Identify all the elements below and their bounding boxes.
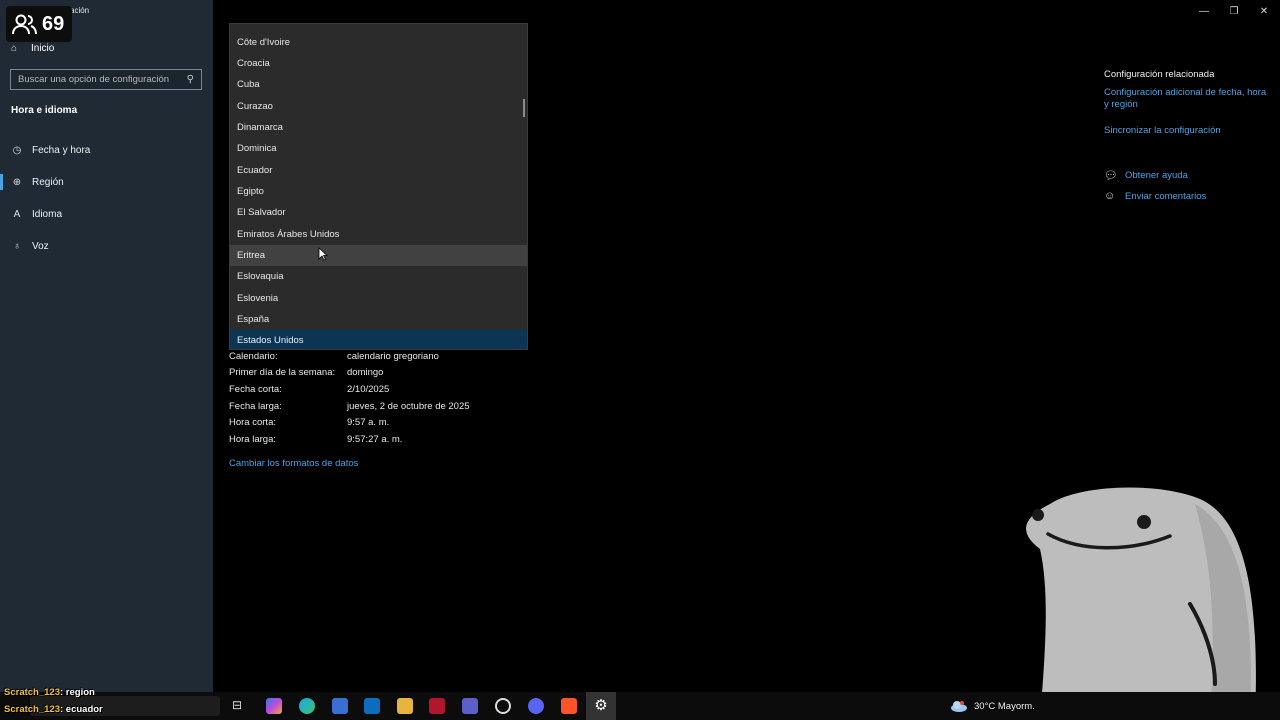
- mascot-overlay-image: [1026, 487, 1256, 720]
- format-label: Hora larga:: [229, 434, 276, 445]
- mouse-cursor-icon: [318, 247, 328, 261]
- edge-icon[interactable]: [299, 698, 315, 714]
- microphone-icon: ♁: [13, 240, 21, 252]
- nav-home[interactable]: ⌂ Inicio: [11, 43, 54, 54]
- get-help-link[interactable]: 💬︎ Obtener ayuda: [1104, 169, 1188, 182]
- outlook-icon[interactable]: [364, 698, 380, 714]
- viewer-count: 69: [42, 12, 65, 35]
- list-item[interactable]: Eslovaquia: [230, 266, 527, 287]
- weather-text: 30°C Mayorm.: [974, 700, 1035, 712]
- people-icon: [12, 14, 37, 35]
- format-value: 9:57:27 a. m.: [347, 434, 403, 445]
- sidebar-item-region[interactable]: ⊕ Región: [0, 170, 213, 194]
- format-value: 9:57 a. m.: [347, 417, 390, 428]
- close-button[interactable]: ✕: [1257, 4, 1271, 18]
- globe-icon: ⊕: [12, 176, 22, 188]
- valorant-icon[interactable]: [429, 698, 445, 714]
- change-formats-link[interactable]: Cambiar los formatos de datos: [229, 458, 358, 469]
- language-icon: A: [13, 208, 21, 220]
- additional-date-time-link[interactable]: Configuración adicional de fecha, hora y…: [1104, 87, 1270, 111]
- app-title: ación: [70, 6, 90, 15]
- clock-app-icon[interactable]: [495, 698, 511, 714]
- brave-icon[interactable]: [561, 698, 577, 714]
- format-label: Hora corta:: [229, 417, 276, 428]
- sidebar-item-label: Fecha y hora: [32, 144, 91, 156]
- viewer-count-badge: 69: [6, 6, 72, 42]
- send-feedback-link[interactable]: ☺︎ Enviar comentarios: [1104, 190, 1206, 202]
- chat-user: Scratch_123: [4, 687, 60, 698]
- copilot-icon[interactable]: [266, 698, 282, 714]
- settings-gear-icon[interactable]: ⚙: [593, 698, 609, 714]
- format-label: Primer día de la semana:: [229, 367, 336, 378]
- country-dropdown-list[interactable]: Côte d'Ivoire Croacia Cuba Curazao Dinam…: [229, 23, 528, 350]
- chat-text: : region: [59, 687, 95, 698]
- home-icon: ⌂: [11, 43, 18, 54]
- teams-icon[interactable]: [462, 698, 478, 714]
- discord-icon[interactable]: [528, 698, 544, 714]
- weather-cloud-icon: [951, 701, 967, 712]
- store-icon[interactable]: [332, 698, 348, 714]
- list-item[interactable]: Ecuador: [230, 160, 527, 181]
- chat-message: Scratch_123: ecuador: [4, 704, 103, 715]
- chat-message: Scratch_123: region: [4, 687, 95, 698]
- sync-settings-link[interactable]: Sincronizar la configuración: [1104, 125, 1270, 137]
- list-item-selected[interactable]: Estados Unidos: [230, 330, 527, 349]
- settings-search[interactable]: ⚲: [10, 69, 202, 90]
- sidebar-item-voz[interactable]: ♁ Voz: [0, 234, 213, 258]
- sidebar-item-label: Voz: [32, 240, 49, 252]
- sidebar-item-idioma[interactable]: A Idioma: [0, 202, 213, 226]
- sidebar-item-fecha-hora[interactable]: ◷ Fecha y hora: [0, 138, 213, 162]
- restore-button[interactable]: ❐: [1227, 4, 1241, 18]
- list-item[interactable]: Dinamarca: [230, 117, 527, 138]
- format-label: Fecha corta:: [229, 384, 282, 395]
- list-item-hovered[interactable]: Eritrea: [230, 245, 527, 266]
- section-title: Hora e idioma: [11, 105, 78, 116]
- related-settings-title: Configuración relacionada: [1104, 69, 1215, 80]
- chat-user: Scratch_123: [4, 704, 60, 715]
- sidebar: ación 69 ⌂ Inicio ⚲ Hora e idioma ◷ Fech…: [0, 0, 213, 692]
- list-item[interactable]: Côte d'Ivoire: [230, 32, 527, 53]
- list-item[interactable]: Dominica: [230, 138, 527, 159]
- list-scrollbar[interactable]: [523, 99, 525, 117]
- list-item[interactable]: Croacia: [230, 53, 527, 74]
- taskbar: ⊟ ⚙ 30°C Mayorm.: [0, 692, 1280, 720]
- list-item[interactable]: Curazao: [230, 96, 527, 117]
- calendar-clock-icon: ◷: [12, 144, 22, 156]
- sidebar-item-label: Idioma: [32, 208, 63, 220]
- list-item[interactable]: Cuba: [230, 74, 527, 95]
- list-item[interactable]: Egipto: [230, 181, 527, 202]
- search-icon[interactable]: ⚲: [187, 74, 194, 85]
- sidebar-item-label: Región: [32, 176, 64, 188]
- list-item[interactable]: Eslovenia: [230, 288, 527, 309]
- list-item[interactable]: España: [230, 309, 527, 330]
- file-explorer-icon[interactable]: [397, 698, 413, 714]
- minimize-button[interactable]: —: [1197, 4, 1211, 18]
- format-value: domingo: [347, 367, 384, 378]
- feedback-icon: ☺︎: [1104, 190, 1116, 202]
- chat-text: : ecuador: [59, 704, 103, 715]
- list-item[interactable]: El Salvador: [230, 202, 527, 223]
- format-label: Fecha larga:: [229, 401, 282, 412]
- list-item[interactable]: Emiratos Árabes Unidos: [230, 224, 527, 245]
- search-input[interactable]: [18, 74, 187, 85]
- format-value: jueves, 2 de octubre de 2025: [347, 401, 470, 412]
- format-label: Calendario:: [229, 351, 278, 362]
- weather-widget[interactable]: 30°C Mayorm.: [950, 700, 1035, 712]
- help-chat-icon: 💬︎: [1104, 170, 1118, 182]
- send-feedback-label: Enviar comentarios: [1125, 190, 1207, 202]
- nav-home-label: Inicio: [31, 43, 55, 54]
- format-value: calendario gregoriano: [347, 351, 439, 362]
- get-help-label: Obtener ayuda: [1125, 170, 1188, 181]
- task-view-icon[interactable]: ⊟: [232, 698, 248, 714]
- format-value: 2/10/2025: [347, 384, 390, 395]
